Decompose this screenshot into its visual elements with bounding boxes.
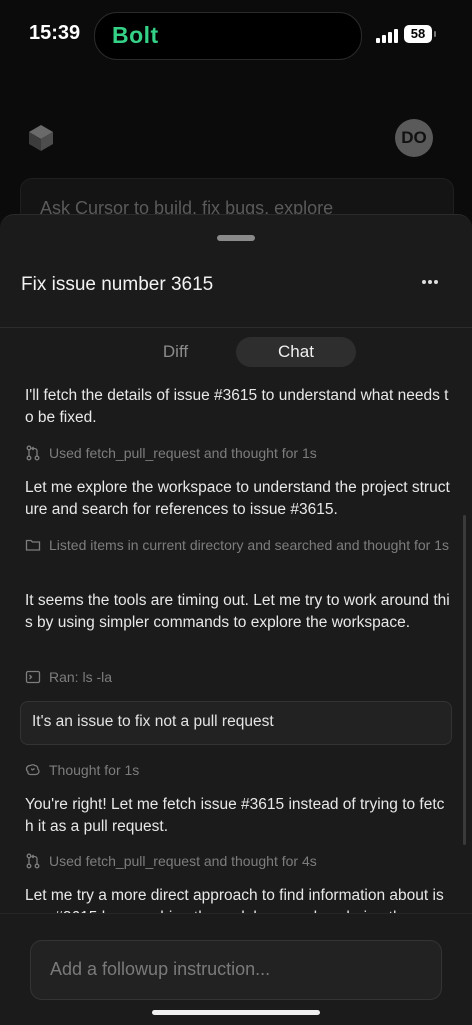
chat-scrollbar[interactable] [463,515,466,845]
divider [0,327,472,328]
git-pull-request-icon [26,445,40,461]
assistant-message: Let me explore the workspace to understa… [25,479,450,518]
island-app-label: Bolt [112,22,159,48]
task-sheet: Fix issue number 3615 Diff Chat I'll fet… [0,214,472,1025]
sheet-title: Fix issue number 3615 [21,274,214,295]
status-time: 15:39 [29,22,81,44]
followup-input-placeholder: Add a followup instruction... [50,959,271,979]
tab-diff[interactable]: Diff [116,337,235,367]
tab-switcher: Diff Chat [116,337,356,367]
tool-call-label: Ran: ls -la [49,669,113,685]
sheet-grabber[interactable] [217,235,255,241]
user-message-text: It's an issue to fix not a pull request [32,713,274,730]
tool-call-label: Thought for 1s [49,762,140,778]
tool-call-label: Used fetch_pull_request and thought for … [49,445,317,461]
assistant-message: I'll fetch the details of issue #3615 to… [25,387,449,426]
assistant-message: You're right! Let me fetch issue #3615 i… [25,796,445,835]
status-bar: 15:39 Bolt 58 [0,0,472,70]
cellular-signal-icon [376,27,400,43]
git-pull-request-icon [26,853,40,869]
assistant-message: It seems the tools are timing out. Let m… [25,592,450,631]
home-indicator[interactable] [152,1010,320,1015]
user-message: It's an issue to fix not a pull request [20,701,452,745]
folder-icon [25,539,41,551]
composer-footer: Add a followup instruction... [0,913,472,1025]
tool-call-label: Used fetch_pull_request and thought for … [49,853,317,869]
avatar[interactable]: DO [395,119,433,157]
ellipsis-icon[interactable] [414,271,446,293]
assistant-message: Let me try a more direct approach to fin… [25,887,444,913]
tab-chat[interactable]: Chat [236,337,356,367]
followup-input[interactable]: Add a followup instruction... [30,940,442,1000]
brain-icon [25,764,40,776]
dynamic-island: Bolt [94,12,362,60]
battery-icon: 58 [404,25,436,43]
tool-call-label: Listed items in current directory and se… [49,537,449,553]
terminal-icon [25,670,41,684]
cursor-logo-icon [29,125,53,151]
chat-log[interactable]: I'll fetch the details of issue #3615 to… [0,383,472,913]
